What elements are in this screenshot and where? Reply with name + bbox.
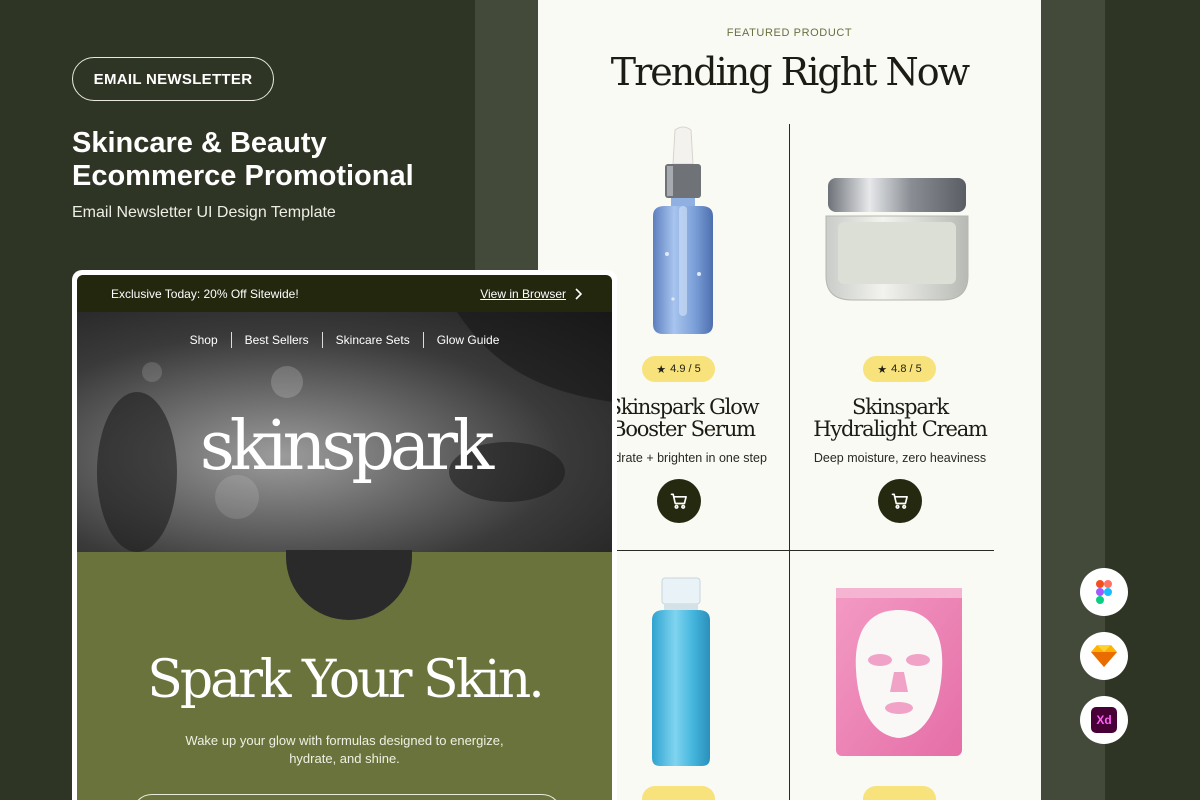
featured-eyebrow: FEATURED PRODUCT [726,27,853,39]
announcement-text: Exclusive Today: 20% Off Sitewide! [111,286,299,301]
rating-value: 4.9 / 5 [670,363,701,375]
rating-badge: ★ 4.9 / 5 [642,356,715,382]
promo-subtitle: Email Newsletter UI Design Template [72,204,336,221]
brand-logo: skinspark [199,407,494,486]
grid-divider-horizontal [617,550,994,551]
rating-badge-partial [642,786,715,800]
star-icon: ★ [877,363,888,376]
nav-skincare-sets[interactable]: Skincare Sets [323,333,423,347]
adobe-xd-icon: Xd [1091,707,1117,733]
sketch-app-badge [1080,632,1128,680]
product-name[interactable]: Skinspark Hydralight Cream [800,396,1000,440]
cart-icon [670,493,687,509]
nav-glow-guide[interactable]: Glow Guide [424,333,513,347]
add-to-cart-button[interactable] [657,479,701,523]
hero-tagline: Spark Your Skin. [147,650,545,710]
cream-jar-image [825,178,969,301]
promo-headline-line1: Skincare & Beauty [72,127,327,159]
email-nav: Shop Best Sellers Skincare Sets Glow Gui… [77,332,612,348]
add-to-cart-button[interactable] [878,479,922,523]
background-right [1105,0,1200,800]
announcement-bar: Exclusive Today: 20% Off Sitewide! View … [77,275,612,312]
hero-lede: Wake up your glow with formulas designed… [185,733,504,766]
view-in-browser-label: View in Browser [480,286,566,301]
hero-photo-chin [286,550,412,620]
figma-app-badge [1080,568,1128,616]
view-in-browser-link[interactable]: View in Browser [480,287,582,301]
product-name-line2: Hydralight Cream [813,417,988,441]
promo-headline-line2: Ecommerce Promotional [72,160,414,192]
cta-button[interactable] [132,794,562,800]
star-icon: ★ [656,363,667,376]
rating-value: 4.8 / 5 [891,363,922,375]
rating-badge: ★ 4.8 / 5 [863,356,936,382]
product-description: Deep moisture, zero heaviness [813,451,987,465]
nav-shop[interactable]: Shop [177,333,231,347]
product-name-line1: Skinspark [851,395,949,419]
promo-headline: Skincare & Beauty Ecommerce Promotional [72,127,452,193]
email-newsletter-tag: EMAIL NEWSLETTER [72,57,274,101]
adobe-xd-app-badge: Xd [1080,696,1128,744]
toner-bottle-image [652,577,710,766]
featured-title: Trending Right Now [610,50,970,94]
nav-best-sellers[interactable]: Best Sellers [232,333,322,347]
serum-bottle-image [653,126,713,334]
hero-image: Shop Best Sellers Skincare Sets Glow Gui… [77,312,612,552]
sheet-mask-image [836,588,962,756]
sketch-icon [1091,645,1117,667]
hero-olive-section: Spark Your Skin. Wake up your glow with … [77,550,612,800]
cart-icon [891,493,908,509]
chevron-right-icon [575,287,582,300]
figma-icon [1096,580,1112,604]
grid-divider-vertical [789,124,790,800]
email-preview-hero: Exclusive Today: 20% Off Sitewide! View … [72,270,617,800]
rating-badge-partial [863,786,936,800]
